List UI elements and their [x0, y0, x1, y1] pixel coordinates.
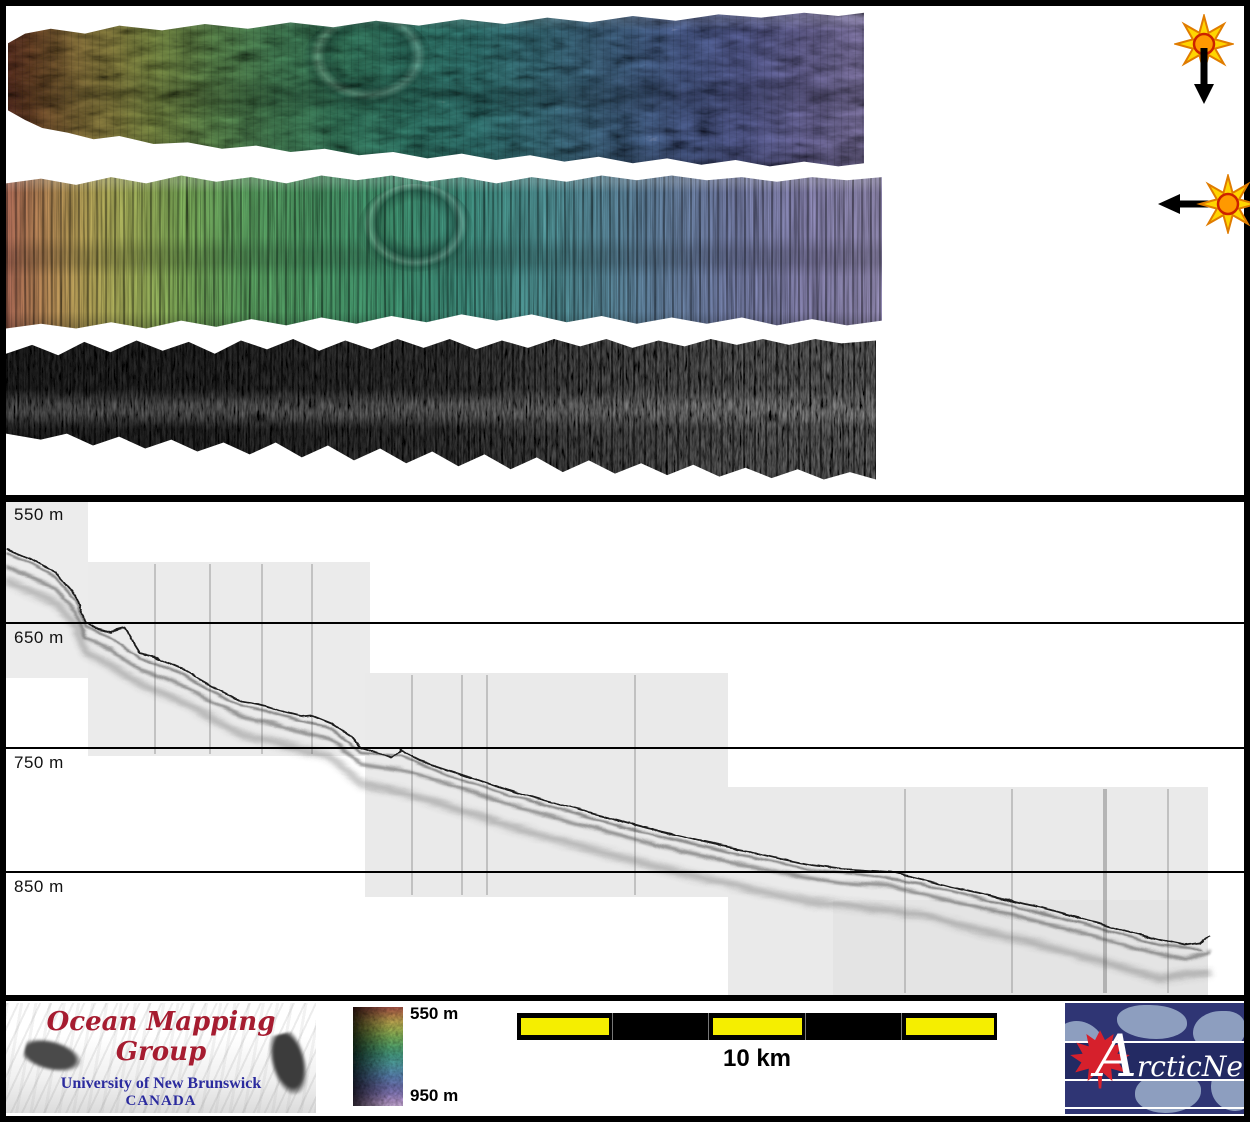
gridline-850m: [6, 871, 1244, 873]
arcticnet-cap: A: [1095, 1027, 1137, 1085]
backscatter-strip: [6, 336, 876, 484]
bathymetry-strip-illuminated-east: [6, 174, 882, 330]
depth-label-550: 550 m: [14, 505, 64, 525]
bathymetry-strip-illuminated-north: [8, 8, 864, 168]
map-scalebar: [517, 1013, 997, 1040]
gridline-650m: [6, 622, 1244, 624]
swath-panel: [0, 0, 1250, 502]
figure-footer: Ocean Mapping Group University of New Br…: [0, 1001, 1250, 1122]
sun-arrow-left-icon: [1154, 174, 1250, 234]
profile-plot-area: 550 m 650 m 750 m 850 m: [6, 502, 1244, 995]
depth-label-750: 750 m: [14, 753, 64, 773]
scalebar-label: 10 km: [517, 1045, 997, 1073]
sun-arrow-down-icon: [1174, 14, 1234, 106]
scalebar-segment: [708, 1013, 804, 1040]
arcticnet-rest: rcticNet: [1137, 1050, 1244, 1083]
gridline-750m: [6, 747, 1244, 749]
colorbar-bottom-label: 950 m: [410, 1086, 458, 1106]
arcticnet-wordmark: A rcticNet: [1095, 1027, 1244, 1085]
colorbar-top-label: 550 m: [410, 1004, 458, 1024]
depth-label-850: 850 m: [14, 877, 64, 897]
scalebar-segment: [517, 1013, 612, 1040]
subbottom-profile-panel: 550 m 650 m 750 m 850 m: [0, 502, 1250, 1001]
arcticnet-logo: A rcticNet: [1065, 1003, 1244, 1114]
scalebar-segment: [805, 1013, 901, 1040]
depth-colorbar: [353, 1007, 403, 1106]
scalebar-segment: [612, 1013, 708, 1040]
arcticnet-bottom-rule: [1065, 1107, 1244, 1109]
ocean-mapping-group-logo: Ocean Mapping Group University of New Br…: [6, 1003, 316, 1113]
omg-subtitle: University of New Brunswick: [6, 1075, 316, 1093]
omg-country: CANADA: [6, 1093, 316, 1110]
depth-label-650: 650 m: [14, 628, 64, 648]
scalebar-segment: [901, 1013, 997, 1040]
figure-root: 550 m 650 m 750 m 850 m Ocean Mapping Gr…: [0, 0, 1250, 1122]
